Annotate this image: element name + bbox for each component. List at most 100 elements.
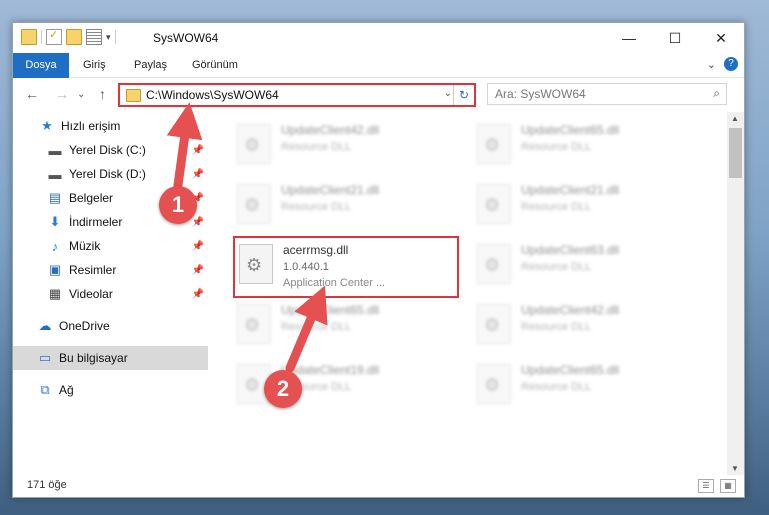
pictures-icon: ▣ [48, 262, 62, 277]
expand-ribbon-chevron-icon[interactable]: ⌄ [707, 58, 716, 71]
close-button[interactable]: ✕ [698, 23, 744, 53]
vertical-scrollbar[interactable]: ▲ ▼ [727, 112, 744, 475]
file-name: UpdateClient65.dll [521, 123, 620, 137]
file-name: acerrmsg.dll [283, 243, 349, 257]
pin-icon[interactable]: 📌 [192, 169, 204, 180]
scroll-up-arrow-icon[interactable]: ▲ [731, 114, 739, 123]
back-arrow-icon[interactable]: ← [25, 86, 39, 102]
tab-view[interactable]: Görünüm [192, 53, 238, 77]
large-icons-view-icon[interactable]: ▦ [720, 479, 736, 493]
maximize-button[interactable]: ☐ [652, 23, 698, 53]
file-item[interactable]: UpdateClient65.dll Resource DLL [473, 118, 699, 170]
search-icon[interactable]: ⌕ [713, 86, 720, 101]
address-dropdown-chevron-icon[interactable]: ⌄ [444, 88, 452, 99]
file-item[interactable]: UpdateClient65.dll Resource DLL [233, 298, 459, 350]
ribbon-right-controls: ⌄ ? [707, 57, 738, 71]
file-description: Resource DLL [281, 321, 352, 333]
toolbar-separator [114, 30, 116, 44]
refresh-icon[interactable]: ↻ [453, 85, 474, 105]
recent-locations-chevron-icon[interactable]: ⌄ [77, 89, 85, 100]
sidebar-item-label: Resimler [69, 263, 117, 277]
file-name: UpdateClient21.dll [521, 183, 620, 197]
dll-file-icon [477, 304, 511, 344]
help-icon[interactable]: ? [724, 57, 738, 71]
dll-file-icon [477, 124, 511, 164]
address-path[interactable]: C:\Windows\SysWOW64 [146, 88, 279, 102]
file-item-acerrmsg[interactable]: acerrmsg.dll 1.0.440.1 Application Cente… [233, 236, 459, 298]
sidebar-item-local-disk-d[interactable]: ▬ Yerel Disk (D:) 📌 [13, 162, 208, 186]
sidebar-item-videos[interactable]: ▦ Videolar 📌 [13, 282, 208, 306]
view-toggle: ☰ ▦ [698, 479, 736, 493]
file-description: Application Center ... [283, 277, 386, 289]
drive-icon: ▬ [48, 166, 62, 182]
star-icon: ★ [41, 118, 53, 133]
file-item[interactable]: UpdateClient63.dll Resource DLL [473, 238, 699, 290]
file-item[interactable]: UpdateClient21.dll Resource DLL [233, 178, 459, 230]
sidebar-item-label: İndirmeler [69, 215, 123, 229]
search-input[interactable]: Ara: SysWOW64 ⌕ [487, 83, 727, 105]
file-description: Resource DLL [521, 201, 592, 213]
cloud-icon: ☁ [38, 318, 52, 333]
pin-icon[interactable]: 📌 [192, 217, 204, 228]
dll-file-icon [237, 124, 271, 164]
sidebar-item-local-disk-c[interactable]: ▬ Yerel Disk (C:) 📌 [13, 138, 208, 162]
computer-icon: ▭ [38, 350, 52, 365]
toolbar-separator [41, 30, 42, 44]
file-item[interactable]: UpdateClient42.dll Resource DLL [233, 118, 459, 170]
sidebar-item-quick-access[interactable]: ★ Hızlı erişim [13, 114, 208, 138]
new-folder-icon[interactable] [66, 29, 82, 45]
quick-access-toolbar: ▾ [21, 28, 116, 45]
scroll-thumb[interactable] [729, 128, 742, 178]
address-bar[interactable]: C:\Windows\SysWOW64 ⌄ ↻ [118, 83, 476, 107]
file-item[interactable]: UpdateClient42.dll Resource DLL [473, 298, 699, 350]
title-bar: ▾ SysWOW64 — ☐ ✕ [13, 23, 744, 53]
step-marker-1: 1 [159, 186, 197, 224]
file-item[interactable]: UpdateClient65.dll Resource DLL [473, 358, 699, 410]
file-list: UpdateClient42.dll Resource DLL UpdateCl… [209, 112, 726, 472]
properties-check-icon[interactable] [46, 28, 62, 45]
sidebar-item-label: Hızlı erişim [61, 119, 121, 133]
sidebar-item-label: Videolar [69, 287, 113, 301]
documents-icon: ▤ [48, 190, 62, 205]
sidebar-item-network[interactable]: ⧉ Ağ [13, 378, 208, 402]
sidebar-item-music[interactable]: ♪ Müzik 📌 [13, 234, 208, 258]
pin-icon[interactable]: 📌 [192, 241, 204, 252]
videos-icon: ▦ [48, 286, 62, 301]
file-name: UpdateClient21.dll [281, 183, 380, 197]
customize-toolbar-chevron-icon[interactable]: ▾ [106, 32, 111, 43]
dll-file-icon [239, 244, 273, 284]
file-description: Resource DLL [521, 321, 592, 333]
details-view-icon[interactable]: ☰ [698, 479, 714, 493]
window-title: SysWOW64 [153, 31, 219, 45]
minimize-button[interactable]: — [606, 23, 652, 53]
tab-share[interactable]: Paylaş [134, 53, 167, 77]
navigation-bar: ← → ⌄ ↑ C:\Windows\SysWOW64 ⌄ ↻ Ara: Sys… [13, 78, 744, 112]
sidebar-item-pictures[interactable]: ▣ Resimler 📌 [13, 258, 208, 282]
pin-icon[interactable]: 📌 [192, 289, 204, 300]
sidebar-item-this-pc[interactable]: ▭ Bu bilgisayar [13, 346, 208, 370]
dll-file-icon [477, 244, 511, 284]
network-icon: ⧉ [40, 382, 50, 397]
downloads-icon: ⬇ [49, 214, 61, 229]
file-name: UpdateClient65.dll [521, 363, 620, 377]
dll-file-icon [237, 304, 271, 344]
explorer-window: ▾ SysWOW64 — ☐ ✕ Dosya Giriş Paylaş Görü… [12, 22, 745, 498]
navigation-pane: ★ Hızlı erişim ▬ Yerel Disk (C:) 📌 ▬ Yer… [13, 112, 208, 472]
up-arrow-icon[interactable]: ↑ [99, 86, 106, 102]
sidebar-item-label: Bu bilgisayar [59, 351, 128, 365]
sidebar-item-label: OneDrive [59, 319, 110, 333]
folder-icon[interactable] [21, 29, 37, 45]
ribbon-tabs: Dosya Giriş Paylaş Görünüm ⌄ ? [13, 53, 744, 105]
file-name: UpdateClient42.dll [521, 303, 620, 317]
file-item[interactable]: UpdateClient21.dll Resource DLL [473, 178, 699, 230]
pin-icon[interactable]: 📌 [192, 265, 204, 276]
item-count: 171 öğe [27, 479, 67, 491]
scroll-down-arrow-icon[interactable]: ▼ [731, 464, 739, 473]
tab-home[interactable]: Giriş [83, 53, 106, 77]
window-controls: — ☐ ✕ [606, 23, 744, 53]
pin-icon[interactable]: 📌 [192, 145, 204, 156]
sidebar-item-onedrive[interactable]: ☁ OneDrive [13, 314, 208, 338]
sidebar-item-label: Ağ [59, 383, 74, 397]
forward-arrow-icon[interactable]: → [55, 86, 69, 102]
properties-icon[interactable] [86, 29, 102, 45]
